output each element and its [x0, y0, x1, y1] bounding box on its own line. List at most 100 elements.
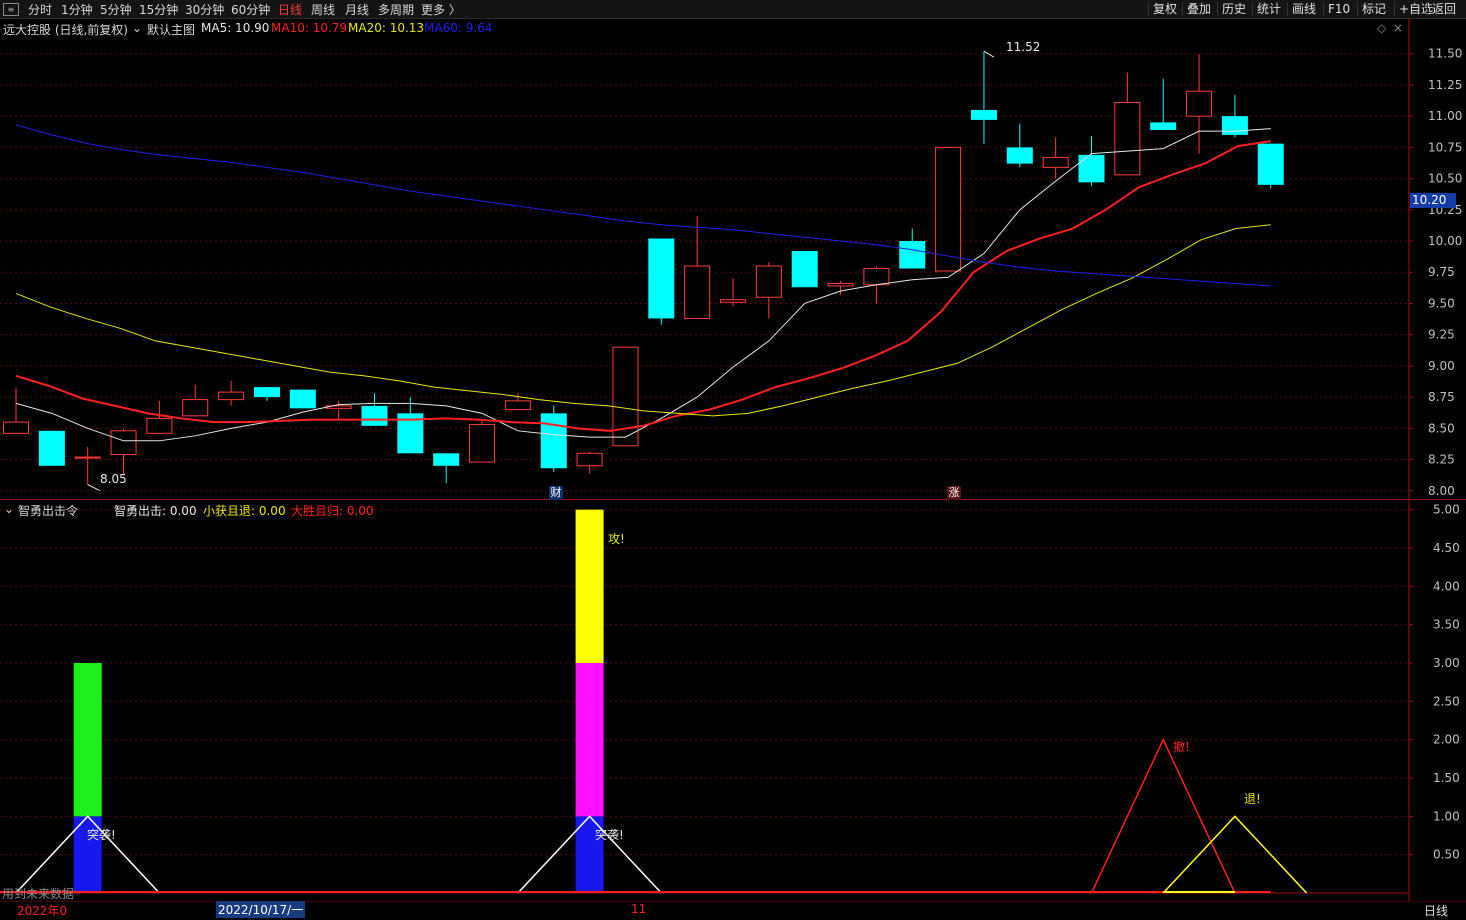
price-tick-label: 11.50: [1428, 47, 1462, 61]
low-price-marker: 8.05: [100, 472, 127, 486]
candle-body-up: [1114, 101, 1141, 176]
high-price-marker: 11.52: [1006, 40, 1041, 54]
candle-body-down: [899, 241, 926, 269]
price-tick-label: 8.25: [1428, 453, 1455, 467]
signal-label-withdraw: 撤!: [1173, 740, 1190, 754]
chart-area: 11.5011.2511.0010.7510.5010.2510.009.759…: [0, 18, 1466, 901]
indicator-tick-label: 5.00: [1433, 503, 1460, 517]
candle-body-down: [1006, 147, 1033, 164]
indicator-axis: 5.00 4.50 4.00 3.50 3.00 2.50 2.00 1.50 1.00 0.50: [1409, 503, 1460, 862]
candle-body-up: [3, 421, 29, 434]
candle-body-down: [1221, 116, 1248, 135]
ma5-value: MA5: 10.90: [201, 21, 270, 35]
indicator-tick-label: 2.00: [1433, 733, 1460, 747]
limit-up-event-marker[interactable]: 涨: [947, 486, 961, 500]
ma60-value: MA60: 9.64: [424, 21, 493, 35]
zhiyong-value: 智勇出击: 0.00: [114, 504, 197, 518]
candle-body-down: [433, 453, 460, 466]
candle-body-down: [253, 387, 280, 398]
candle-body-down: [289, 389, 316, 409]
price-tick-label: 9.25: [1428, 328, 1455, 342]
price-tick-label: 10.00: [1428, 234, 1462, 248]
month-label: 11: [631, 902, 647, 916]
period-label[interactable]: 日线: [1424, 902, 1448, 919]
price-tick-label: 8.75: [1428, 390, 1455, 404]
ma-line-ma20: [15, 224, 1271, 417]
candle-body-down: [648, 238, 675, 319]
candle-body-up: [1042, 156, 1069, 168]
diamond-icon[interactable]: ◇: [1377, 21, 1386, 35]
signal-bar-segment: [575, 663, 604, 817]
candle-body-down: [38, 430, 65, 466]
ma-line-ma10: [15, 140, 1271, 432]
cursor-date-label: 2022/10/17/一: [216, 901, 306, 918]
indicator-tick-label: 1.00: [1433, 809, 1460, 823]
candle-body-up: [110, 430, 137, 456]
low-marker-line: [87, 484, 100, 491]
price-tick-label: 8.00: [1428, 484, 1455, 498]
candle-body-up: [218, 391, 245, 401]
year-label: 2022年0: [17, 904, 68, 918]
ma20-value: MA20: 10.13: [348, 21, 425, 35]
candle-body-up: [827, 282, 854, 287]
signal-label-attack: 攻!: [608, 532, 625, 546]
price-tick-label: 8.50: [1428, 421, 1455, 435]
signal-bar-segment: [73, 663, 102, 817]
dasheng-value: 大胜且归: 0.00: [291, 504, 374, 518]
candle-body-up: [720, 299, 746, 303]
close-icon[interactable]: ×: [1393, 21, 1403, 35]
price-tick-label: 9.00: [1428, 359, 1455, 373]
sub-indicator-name[interactable]: 智勇出击令: [18, 502, 78, 519]
candle-body-down: [540, 413, 567, 469]
candle-body-up: [146, 417, 173, 434]
candle-body-down: [791, 251, 818, 288]
current-price-tag: 10.20: [1410, 193, 1456, 208]
signal-label-assault-1: 突袭!: [87, 828, 116, 842]
indicator-tick-label: 1.50: [1433, 771, 1460, 785]
candle-body-up: [1186, 90, 1213, 117]
candle-body-up: [182, 399, 209, 417]
sub-indicator-toggle-icon[interactable]: ⌄: [4, 502, 14, 516]
candle-body-up: [755, 265, 782, 298]
candle-body-down: [1078, 154, 1105, 183]
candlestick-series: [3, 50, 1284, 491]
indicator-tick-label: 3.50: [1433, 618, 1460, 632]
candle-body-up: [684, 265, 711, 319]
candle-body-down: [361, 405, 388, 426]
price-tick-label: 11.00: [1428, 109, 1462, 123]
signal-peak-大胜且归: [1090, 737, 1236, 894]
price-tick-label: 10.75: [1428, 140, 1462, 154]
finance-event-marker[interactable]: 财: [549, 486, 563, 500]
stock-label: 远大控股 (日线,前复权): [3, 23, 128, 37]
grid-lines: [0, 53, 1409, 856]
candle-body-down: [970, 109, 997, 120]
candle-body-down: [1150, 122, 1177, 130]
high-marker-line: [983, 50, 995, 58]
candle-body-down: [1257, 143, 1284, 185]
candle-body-up: [576, 452, 603, 467]
price-tick-label: 10.50: [1428, 172, 1462, 186]
price-axis: 11.5011.2511.0010.7510.5010.2510.009.759…: [1409, 47, 1462, 498]
main-indicator-name[interactable]: 默认主图: [147, 21, 195, 38]
indicator-tick-label: 2.50: [1433, 694, 1460, 708]
price-tick-label: 9.50: [1428, 296, 1455, 310]
candle-body-up: [863, 267, 890, 286]
candle-body-up: [74, 456, 101, 459]
ma-line-ma60: [15, 124, 1271, 287]
indicator-tick-label: 0.50: [1433, 848, 1460, 862]
candle-body-up: [612, 346, 639, 447]
indicator-toggle-icon[interactable]: ⌄: [132, 21, 142, 35]
candle-body-up: [935, 146, 962, 272]
xiaohuo-value: 小获且退: 0.00: [203, 504, 286, 518]
signal-label-retreat: 退!: [1244, 792, 1261, 806]
indicator-tick-label: 4.50: [1433, 541, 1460, 555]
price-tick-label: 9.75: [1428, 265, 1455, 279]
signal-label-assault-2: 突袭!: [595, 828, 624, 842]
candle-body-up: [504, 400, 531, 411]
candle-body-up: [469, 424, 496, 463]
price-tick-label: 11.25: [1428, 78, 1462, 92]
signal-bar-segment: [575, 509, 604, 663]
indicator-tick-label: 4.00: [1433, 579, 1460, 593]
indicator-tick-label: 3.00: [1433, 656, 1460, 670]
future-data-note: 用到未来数据: [2, 887, 75, 901]
